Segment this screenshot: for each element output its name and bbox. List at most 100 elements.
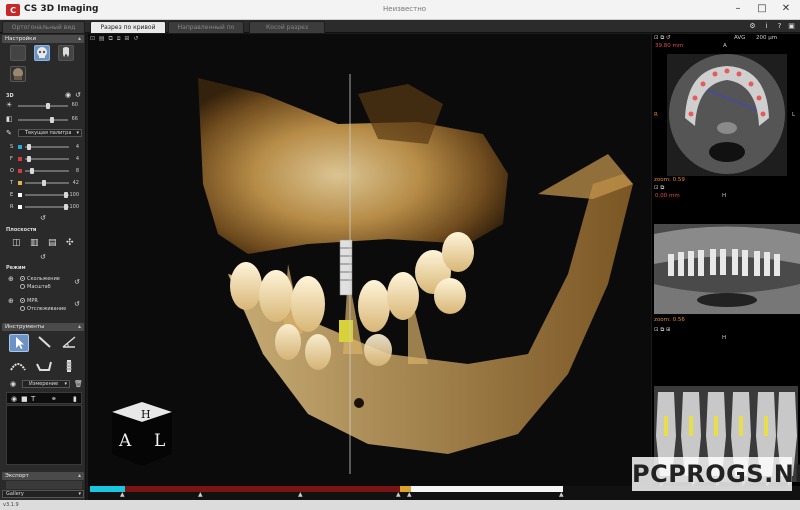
plane-coronal-icon[interactable]: ▥ [30,239,39,248]
tab-oblique[interactable]: Косой разрез [249,21,325,33]
maximize-button[interactable]: □ [752,2,772,16]
tools-section-header[interactable]: Инструменты [2,323,84,331]
channel-knob[interactable] [64,204,68,210]
projection-track-radio[interactable] [20,306,25,311]
minimize-button[interactable]: – [728,2,748,16]
tools-dropdown[interactable]: Измерение [22,380,70,388]
tab-bar: Ортогональный вид Разрез по кривой Напра… [0,20,800,43]
brightness-knob[interactable] [46,103,50,109]
palette-dropdown[interactable]: Текущая палитра [18,129,82,137]
channel-slider[interactable] [25,182,69,184]
plane-oblique-icon[interactable]: ✣ [66,239,74,248]
preset-skull[interactable] [34,45,50,61]
channel-slider[interactable] [25,146,69,148]
channel-knob[interactable] [30,168,34,174]
timeline-marker[interactable]: ▲ [407,491,412,498]
svg-text:C: C [10,6,16,15]
eye-tools-icon[interactable]: ◉ [10,380,16,388]
implant-icon [66,360,72,372]
measure-tool[interactable] [35,334,55,352]
visible-icon[interactable]: ◉ [11,395,17,403]
select-tool[interactable] [9,334,29,352]
settings-section-header[interactable]: Настройки [2,35,84,43]
contrast-slider[interactable] [18,119,68,121]
pointer-icon [16,337,24,349]
cross-toolbar[interactable]: ⊡ ⧉ ⊞ [654,327,671,334]
channel-color [18,157,22,161]
save-icon[interactable]: ▣ [787,22,796,31]
close-button[interactable]: ✕ [776,2,796,16]
channel-knob[interactable] [64,192,68,198]
timeline-marker[interactable]: ▲ [198,491,203,498]
app-logo-icon: C [6,4,20,16]
gallery-dropdown[interactable]: Gallery [2,490,84,498]
channel-letter: E [10,192,14,198]
preset-tooth[interactable] [58,45,74,61]
plane-sagittal-icon[interactable]: ▤ [48,239,57,248]
trash-icon[interactable]: ▮ [73,395,77,403]
export-section-header[interactable]: Экспорт [2,472,84,480]
preset-head[interactable] [10,66,26,82]
viewport-3d[interactable]: ⊡ ▤ ⧉ ⧈ ⊞ ↺ H A L [88,34,651,487]
axial-thickness[interactable]: 200 µm [756,35,777,41]
export-thumbnails[interactable] [6,481,82,489]
tab-curved-slice[interactable]: Разрез по кривой [90,21,166,33]
channel-slider[interactable] [25,206,69,208]
axial-toolbar[interactable]: ⊡ ⧉ ↺ [654,35,671,42]
tab-orthogonal[interactable]: Ортогональный вид [2,21,85,33]
link-icon[interactable]: ⚭ [51,395,57,403]
tab-guided[interactable]: Направленный по кальциевом [168,21,244,43]
threed-label: 3D [6,93,14,99]
annotation-list[interactable] [6,405,82,465]
plane-axial-icon[interactable]: ◫ [12,239,21,248]
channel-knob[interactable] [27,156,31,162]
reset-mode-icon[interactable]: ↺ [74,278,80,286]
settings-icon[interactable]: ⚙ [748,22,757,31]
reset-icon[interactable]: ↺ [75,91,81,99]
reset-projection-icon[interactable]: ↺ [74,300,80,308]
cube-label-right: L [154,431,166,451]
title-bar: C CS 3D Imaging Неизвестно – □ ✕ [0,0,800,20]
projection-mpr-radio[interactable] [20,298,25,303]
timeline-marker[interactable]: ▲ [120,491,125,498]
reset-planes-icon[interactable]: ↺ [40,253,46,261]
cube-label-left: A [119,431,132,451]
viewport-toolbar[interactable]: ⊡ ▤ ⧉ ⧈ ⊞ ↺ [90,35,139,43]
preset-soft-tissue[interactable] [10,45,26,61]
pano-toolbar[interactable]: ⊡ ⧉ [654,185,664,192]
axial-mode[interactable]: AVG [734,35,745,41]
mode-slide-radio[interactable] [20,276,25,281]
angle-tool[interactable] [60,334,80,352]
axial-view[interactable]: ⊡ ⧉ ↺ AVG 200 µm 39.80 mm A R L zoom: 0.… [652,34,800,184]
reset-channels-icon[interactable]: ↺ [40,214,46,222]
contrast-knob[interactable] [50,117,54,123]
color-square-icon[interactable]: ■ [21,395,28,403]
timeline-marker[interactable]: ▲ [559,491,564,498]
version-text: v3.1.9 [3,502,19,508]
mode-icon: ⊕ [8,275,14,283]
channel-knob[interactable] [27,144,31,150]
ruler-icon [38,336,51,348]
timeline-marker[interactable]: ▲ [396,491,401,498]
channel-color [18,181,22,185]
channel-slider[interactable] [25,158,69,160]
delete-icon[interactable]: 🗑 [74,380,83,388]
dental-arch-icon [10,363,26,371]
mode-zoom-radio[interactable] [20,284,25,289]
panoramic-view[interactable]: ⊡ ⧉ 0.00 mm H zoom: 0.56 [652,184,800,326]
channel-value: 8 [75,168,79,174]
left-panel: Настройки 3D ◉ ↺ ☀ 60 ◧ 66 ✎ Текущая пал… [0,34,86,500]
text-icon[interactable]: T [31,395,35,403]
app-title: CS 3D Imaging [24,4,99,14]
channel-slider[interactable] [25,194,69,196]
info-icon[interactable]: i [762,22,771,31]
timeline-marker[interactable]: ▲ [298,491,303,498]
eye-icon[interactable]: ◉ [65,91,71,99]
brightness-slider[interactable] [18,105,68,107]
arch-tool[interactable] [9,358,29,376]
implant-tool[interactable] [60,358,80,376]
nerve-tool[interactable] [35,358,55,376]
channel-knob[interactable] [42,180,46,186]
help-icon[interactable]: ? [775,22,784,31]
channel-letter: T [10,180,14,186]
